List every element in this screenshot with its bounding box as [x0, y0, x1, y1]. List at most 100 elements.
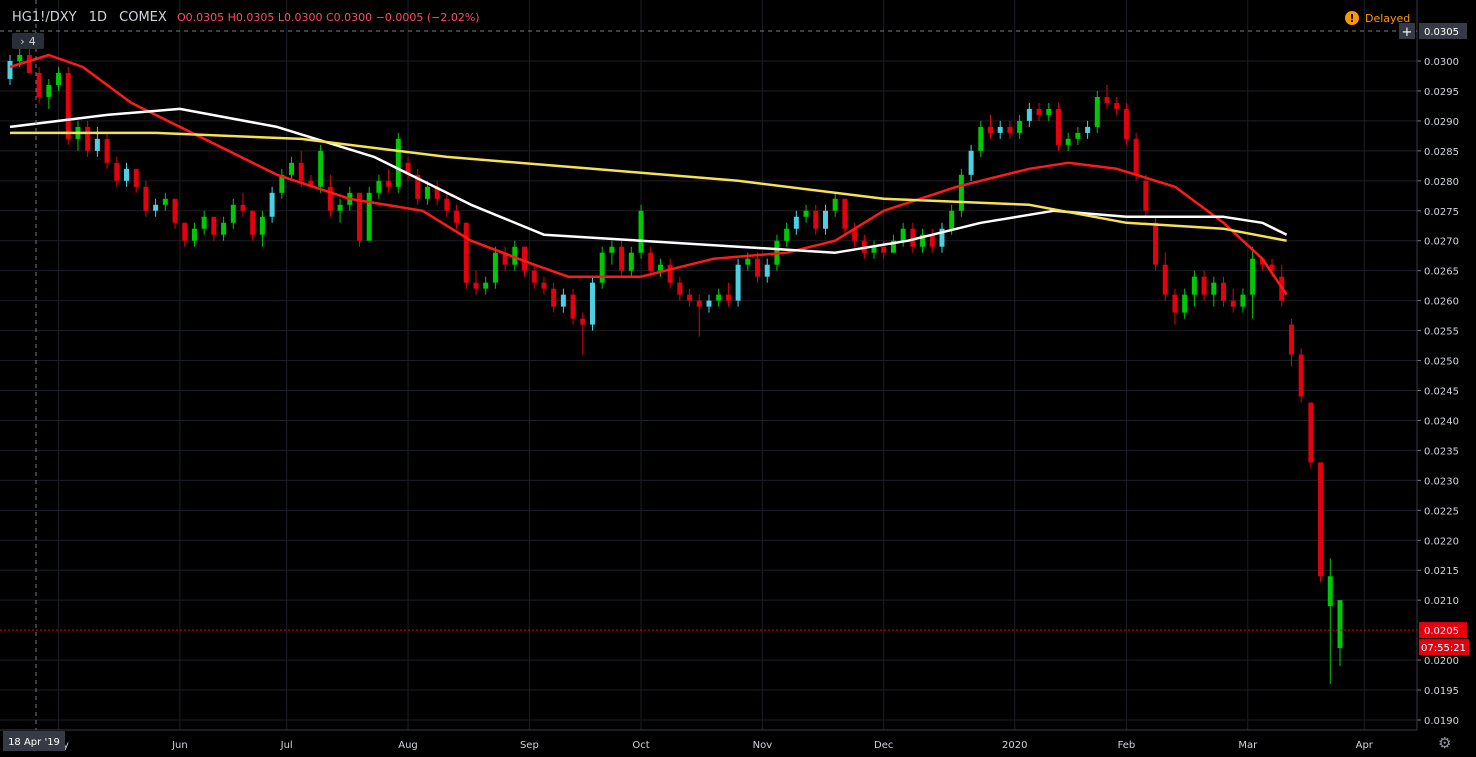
price-tick-label: 0.0295 — [1424, 87, 1459, 98]
candle-body — [94, 138, 100, 151]
time-tick-label: Dec — [874, 740, 893, 751]
candle-body — [1017, 120, 1023, 133]
price-tick-label: 0.0260 — [1424, 297, 1459, 308]
time-tick-label: Apr — [1356, 740, 1374, 751]
candle-body — [978, 126, 984, 151]
candle-body — [1172, 294, 1178, 313]
candle-body — [1230, 300, 1236, 307]
candle-body — [784, 228, 790, 241]
candle-body — [1298, 354, 1304, 397]
gear-icon[interactable]: ⚙ — [1438, 734, 1451, 752]
candle-body — [56, 72, 62, 85]
candle-body — [1337, 600, 1343, 649]
interval[interactable]: 1D — [89, 10, 107, 25]
price-tick-label: 0.0240 — [1424, 416, 1459, 427]
candle-body — [1007, 126, 1013, 133]
time-tick-label: Oct — [632, 740, 649, 751]
price-tick-label: 0.0270 — [1424, 237, 1459, 248]
candle-body — [716, 294, 722, 301]
candle-body — [366, 192, 372, 241]
time-tick-label: Mar — [1238, 740, 1258, 751]
price-tick-label: 0.0285 — [1424, 147, 1459, 158]
candle-body — [1046, 108, 1052, 115]
candle-body — [298, 162, 304, 181]
candle-body — [1240, 294, 1246, 307]
candle-body — [1123, 108, 1129, 139]
candle-body — [1094, 96, 1100, 127]
time-tick-label: Jul — [280, 740, 293, 751]
candle-body — [638, 210, 644, 253]
candle-body — [1288, 324, 1294, 355]
candle-body — [531, 270, 537, 283]
candle-body — [1085, 126, 1091, 133]
delayed-indicator[interactable]: ! Delayed — [1345, 11, 1410, 25]
collapse-studies-button[interactable]: › 4 — [12, 33, 44, 49]
candle-body — [85, 126, 91, 151]
price-tick-label: 0.0265 — [1424, 267, 1459, 278]
candle-body — [1318, 462, 1324, 577]
candle-body — [191, 228, 197, 241]
candle-body — [803, 210, 809, 217]
candle-body — [813, 210, 819, 229]
candle-body — [725, 294, 731, 301]
candle-body — [289, 162, 295, 175]
time-tick-label: Aug — [398, 740, 418, 751]
candle-body — [424, 186, 430, 199]
candle-body — [1308, 402, 1314, 463]
candle-body — [7, 61, 13, 79]
price-tick-label: 0.0255 — [1424, 327, 1459, 338]
price-chart[interactable]: 0.0300 0.0295 0.0290 0.0285 0.0280 0.0275 0.02… — [0, 0, 1476, 757]
candle-body — [337, 204, 343, 211]
candle-body — [648, 252, 654, 271]
price-tick-label: 0.0200 — [1424, 656, 1459, 667]
countdown-label: 07:55:21 — [1421, 643, 1466, 654]
candle-body — [929, 234, 935, 247]
time-tick-label: Feb — [1118, 740, 1136, 751]
price-tick-label: 0.0190 — [1424, 716, 1459, 727]
candle-body — [250, 210, 256, 235]
price-tick-label: 0.0290 — [1424, 117, 1459, 128]
candle-body — [706, 300, 712, 307]
candle-body — [1055, 108, 1061, 145]
price-tick-label: 0.0250 — [1424, 357, 1459, 368]
candle-body — [463, 222, 469, 283]
candle-body — [211, 216, 217, 235]
candle-body — [1143, 180, 1149, 211]
candle-body — [1201, 276, 1207, 295]
candle-body — [114, 162, 120, 181]
candle-body — [881, 246, 887, 253]
time-tick-label: Nov — [753, 740, 773, 751]
candle-body — [483, 282, 489, 289]
candle-body — [677, 282, 683, 295]
exchange: COMEX — [119, 10, 167, 25]
candle-body — [667, 264, 673, 283]
symbol-name[interactable]: HG1!/DXY — [12, 10, 77, 25]
chevron-right-icon: › — [20, 34, 25, 48]
candle-body — [609, 246, 615, 253]
candle-body — [143, 186, 149, 211]
candle-body — [1026, 108, 1032, 121]
candle-body — [376, 180, 382, 193]
price-tick-label: 0.0275 — [1424, 207, 1459, 218]
candle-body — [17, 55, 23, 61]
candle-body — [764, 264, 770, 277]
ohlc-values: O0.0305 H0.0305 L0.0300 C0.0300 −0.0005 … — [176, 11, 480, 24]
candle-body — [1182, 294, 1188, 313]
symbol-header[interactable]: HG1!/DXY 1D COMEX O0.0305 H0.0305 L0.030… — [12, 10, 480, 25]
candle-body — [269, 192, 275, 217]
candle-body — [522, 246, 528, 271]
candle-body — [949, 210, 955, 229]
candle-body — [153, 204, 159, 211]
crosshair-price-label: 0.0305 — [1424, 27, 1459, 38]
candle-body — [735, 264, 741, 301]
candle-body — [541, 282, 547, 289]
candle-body — [133, 168, 139, 187]
candle-body — [910, 228, 916, 247]
candle-body — [65, 72, 71, 139]
candle-body — [46, 84, 52, 97]
candle-body — [201, 216, 207, 229]
price-tick-label: 0.0225 — [1424, 506, 1459, 517]
crosshair-date-label: 18 Apr '19 — [8, 737, 60, 748]
candle-body — [988, 126, 994, 133]
candle-body — [745, 258, 751, 265]
